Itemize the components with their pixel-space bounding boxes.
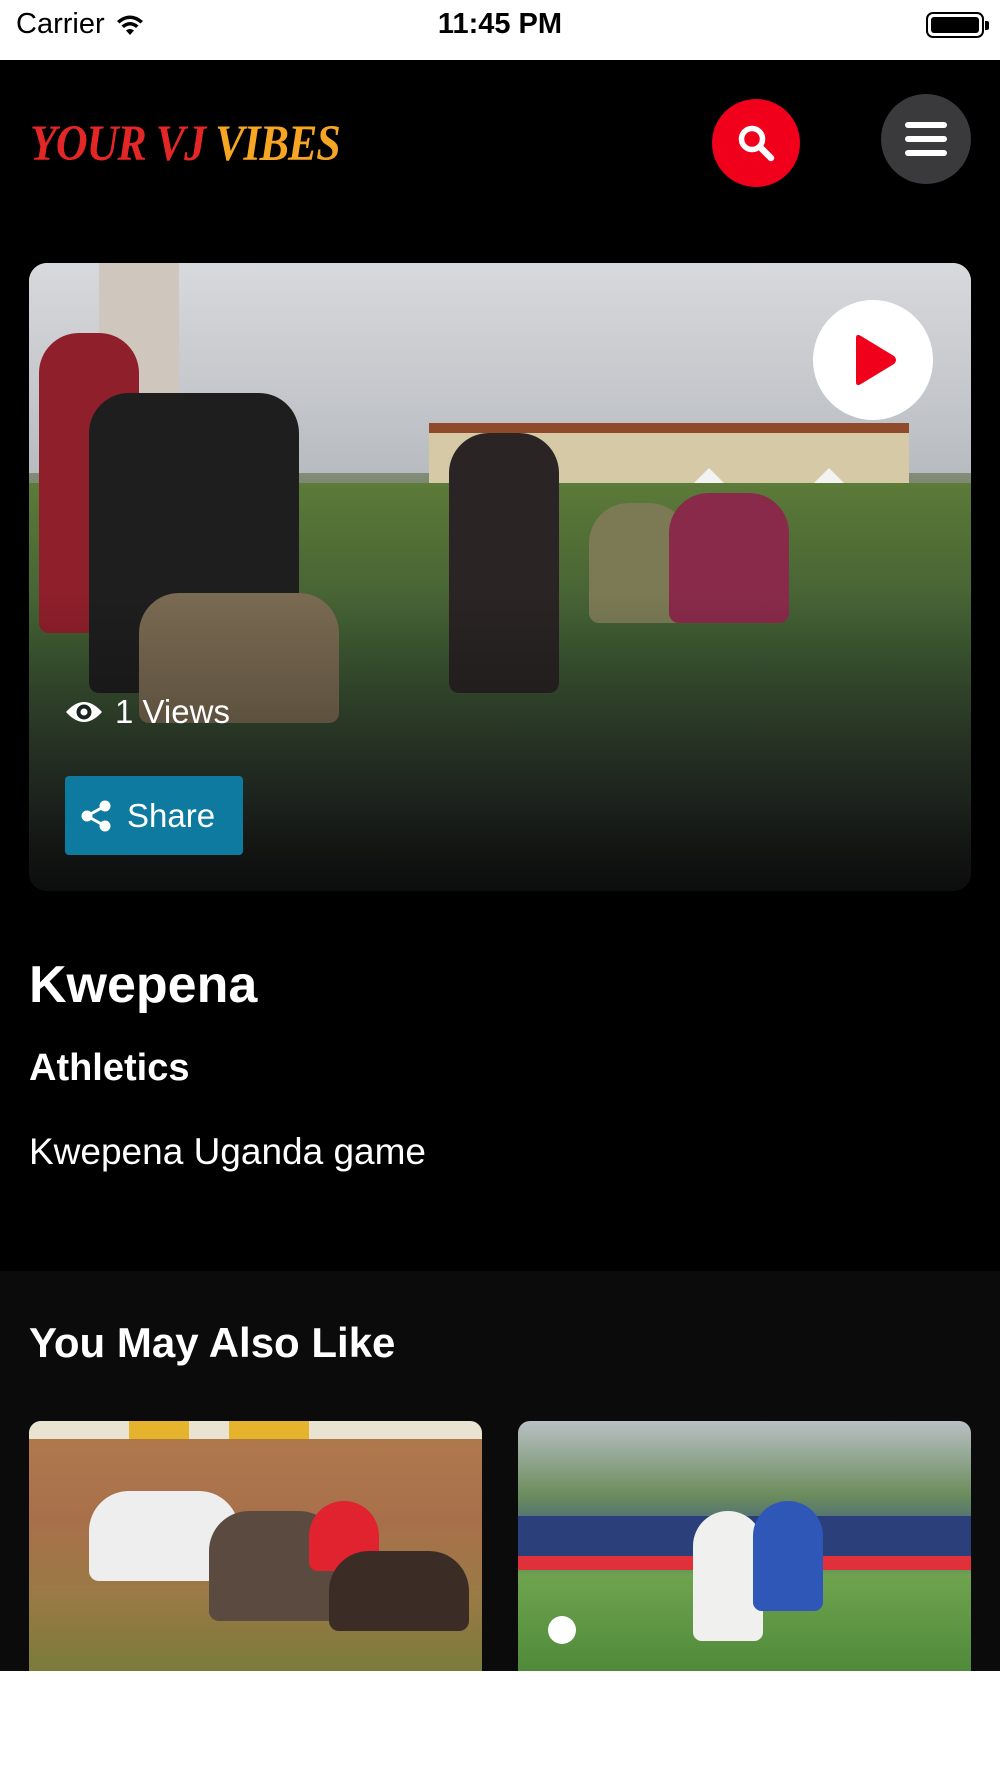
status-bar: Carrier 11:45 PM <box>0 0 1000 60</box>
share-button[interactable]: Share <box>65 776 243 855</box>
video-category: Athletics <box>29 1047 190 1089</box>
bottom-area <box>0 1671 1000 1778</box>
view-count: 1 Views <box>65 693 230 731</box>
hamburger-menu-icon <box>905 122 947 156</box>
logo-text-part2: VIBES <box>215 115 341 172</box>
share-icon <box>81 800 111 831</box>
card-banner <box>229 1421 309 1439</box>
logo-text-part1: YOUR VJ <box>30 115 216 172</box>
card-ball <box>548 1616 576 1644</box>
search-button[interactable] <box>712 99 800 187</box>
related-heading: You May Also Like <box>29 1319 396 1366</box>
eye-icon <box>66 702 102 722</box>
card-player <box>753 1501 823 1611</box>
play-button[interactable] <box>813 300 933 420</box>
search-icon <box>738 125 775 162</box>
app-logo[interactable]: YOUR VJ VIBES <box>30 114 341 173</box>
related-section: You May Also Like <box>0 1271 1000 1671</box>
card-wrestler <box>329 1551 469 1631</box>
play-icon <box>856 334 896 386</box>
video-detail: 1 Views Share Kwepena Athletics Kwepena … <box>0 225 1000 1271</box>
video-description: Kwepena Uganda game <box>29 1131 427 1172</box>
card-banner <box>129 1421 189 1439</box>
app-header: YOUR VJ VIBES <box>0 60 1000 237</box>
related-video-card[interactable] <box>29 1421 482 1671</box>
related-video-card[interactable] <box>518 1421 971 1671</box>
video-title: Kwepena <box>29 956 258 1014</box>
battery-icon <box>926 12 989 38</box>
views-label: 1 Views <box>115 693 230 730</box>
video-thumbnail[interactable]: 1 Views Share <box>29 263 971 891</box>
status-time: 11:45 PM <box>437 8 563 40</box>
share-label: Share <box>127 796 216 834</box>
menu-button[interactable] <box>881 94 971 184</box>
